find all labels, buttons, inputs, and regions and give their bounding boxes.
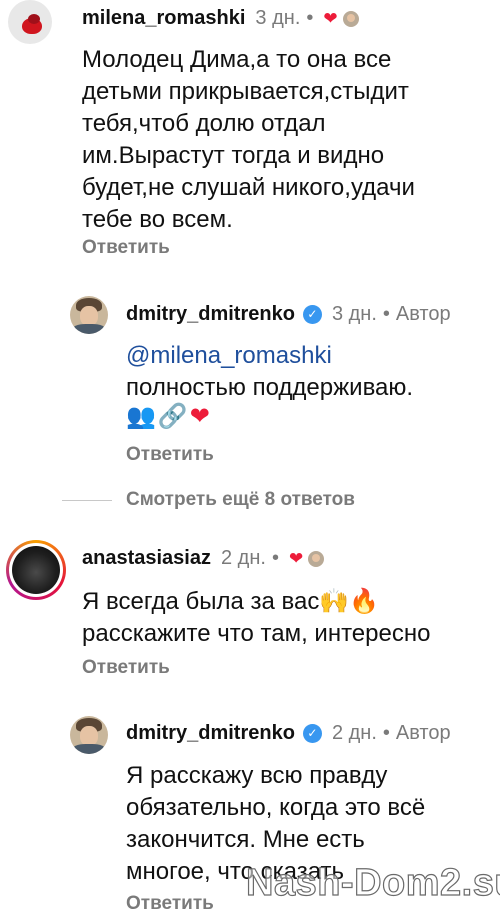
reply-button[interactable]: Ответить — [126, 893, 214, 915]
avatar[interactable] — [70, 716, 108, 754]
verified-badge-icon: ✓ — [302, 305, 322, 324]
username-link[interactable]: milena_romashki — [82, 7, 245, 30]
liked-by-author-avatar — [308, 550, 325, 567]
avatar[interactable] — [8, 0, 52, 44]
username-link[interactable]: dmitry_dmitrenko — [126, 722, 295, 745]
separator-dot: • — [382, 722, 390, 744]
fire-emoji: 🔥 — [349, 588, 380, 615]
reply-button[interactable]: Ответить — [82, 657, 170, 679]
heart-icon: ❤ — [323, 8, 338, 28]
view-more-replies-button[interactable]: Смотреть ещё 8 ответов — [126, 489, 355, 511]
comment-text: Молодец Дима,а то она все детьми прикрыв… — [82, 46, 415, 233]
reply-button[interactable]: Ответить — [126, 444, 214, 466]
comment-header: dmitry_dmitrenko ✓ 3 дн. • Автор — [126, 303, 451, 326]
timestamp: 2 дн. — [331, 722, 377, 744]
emoji-row: 👥 🔗 ❤ — [126, 402, 210, 431]
mention-link[interactable]: @milena_romashki — [126, 340, 413, 372]
separator-dot: • — [382, 303, 390, 325]
author-label: Автор — [395, 722, 451, 744]
comment-header: milena_romashki 3 дн. • ❤ — [82, 7, 359, 30]
heart-emoji: ❤ — [189, 403, 210, 430]
link-emoji: 🔗 — [157, 403, 188, 430]
watermark: Nash-Dom2.su — [245, 861, 500, 904]
divider — [62, 500, 112, 501]
username-link[interactable]: anastasiasiaz — [82, 547, 211, 570]
comment-header: anastasiasiaz 2 дн. • ❤ — [82, 547, 325, 570]
verified-badge-icon: ✓ — [302, 724, 322, 743]
comment-text: @milena_romashki полностью поддерживаю. — [126, 340, 414, 401]
author-label: Автор — [395, 303, 451, 325]
timestamp: 2 дн. — [220, 547, 266, 569]
separator-dot: • — [306, 7, 314, 29]
separator-dot: • — [271, 547, 279, 569]
raising-hands-emoji: 🙌 — [319, 588, 350, 615]
timestamp: 3 дн. — [255, 7, 301, 29]
reply-button[interactable]: Ответить — [82, 237, 170, 259]
timestamp: 3 дн. — [331, 303, 377, 325]
comment-header: dmitry_dmitrenko ✓ 2 дн. • Автор — [126, 722, 451, 745]
heart-icon: ❤ — [288, 548, 304, 568]
comment-text: Я всегда была за вас🙌🔥 расскажите что та… — [82, 588, 431, 647]
avatar[interactable] — [70, 296, 108, 334]
username-link[interactable]: dmitry_dmitrenko — [126, 303, 295, 326]
users-emoji: 👥 — [126, 403, 156, 430]
avatar-story-ring[interactable] — [6, 540, 66, 600]
liked-by-author-avatar — [342, 10, 359, 27]
avatar — [12, 546, 60, 594]
